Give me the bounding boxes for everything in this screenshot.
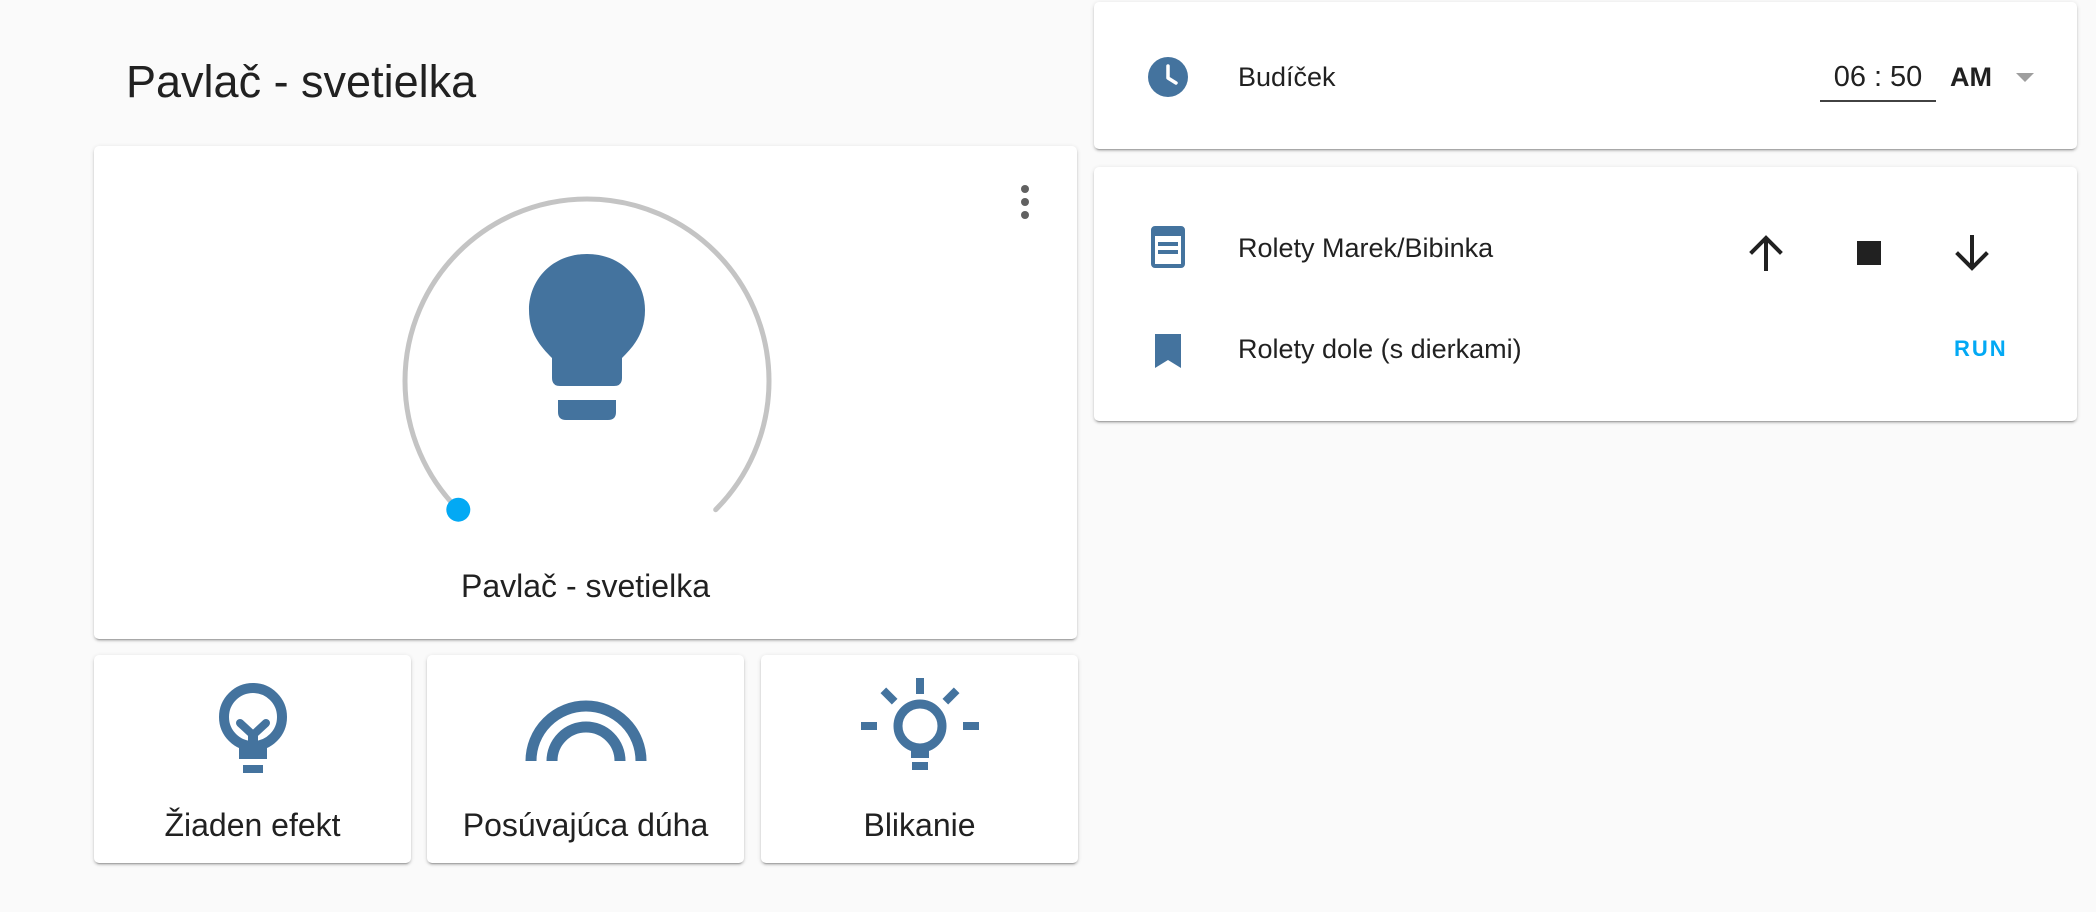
section-title: Pavlač - svetielka [126,56,477,107]
alarm-card: Budíček 06 : 50 AM [1094,2,2077,149]
run-scene-button[interactable]: RUN [1954,329,2008,369]
bookmark-icon [1144,327,1192,375]
chevron-down-icon [2016,72,2034,82]
cover-label: Rolety Marek/Bibinka [1238,233,1494,263]
lightbulb-on-outline-icon [761,669,1078,789]
stop-icon [1857,241,1881,265]
cover-stop-button[interactable] [1837,221,1901,285]
alarm-time-input[interactable]: 06 : 50 [1820,54,1936,102]
effect-button-no-effect[interactable]: Žiaden efekt [94,655,411,863]
arrow-down-icon [1955,235,1989,271]
lightbulb-outline-icon [94,669,411,789]
alarm-minutes[interactable]: 50 [1890,61,1922,94]
more-options-button[interactable] [1007,178,1043,226]
alarm-label: Budíček [1238,62,1336,92]
cover-open-button[interactable] [1734,221,1798,285]
effect-button-rainbow[interactable]: Posúvajúca dúha [427,655,744,863]
effect-label: Žiaden efekt [164,807,341,843]
entities-card: Rolety Marek/Bibinka Rolety dole (s dier… [1094,167,2077,421]
alarm-hours[interactable]: 06 [1834,61,1866,94]
ampm-select[interactable]: AM [1950,54,2034,100]
ampm-value: AM [1950,61,1992,92]
time-separator: : [1873,60,1883,93]
clock-icon [1144,53,1192,101]
rainbow-icon [427,669,744,789]
dots-vertical-icon [1021,185,1029,219]
effect-label: Blikanie [863,807,976,843]
scene-label: Rolety dole (s dierkami) [1238,334,1522,364]
lightbulb-icon[interactable] [529,254,645,420]
arrow-up-icon [1749,235,1783,271]
effect-label: Posúvajúca dúha [462,807,709,843]
light-card: Pavlač - svetielka [94,146,1077,639]
effect-button-blink[interactable]: Blikanie [761,655,1078,863]
light-name: Pavlač - svetielka [461,568,710,604]
brightness-handle[interactable] [446,497,471,522]
brightness-slider[interactable] [394,188,780,574]
window-shutter-icon [1144,223,1192,271]
dashboard-page: Pavlač - svetielka Pavlač - svetielka Ži… [0,0,2096,912]
cover-close-button[interactable] [1940,221,2004,285]
